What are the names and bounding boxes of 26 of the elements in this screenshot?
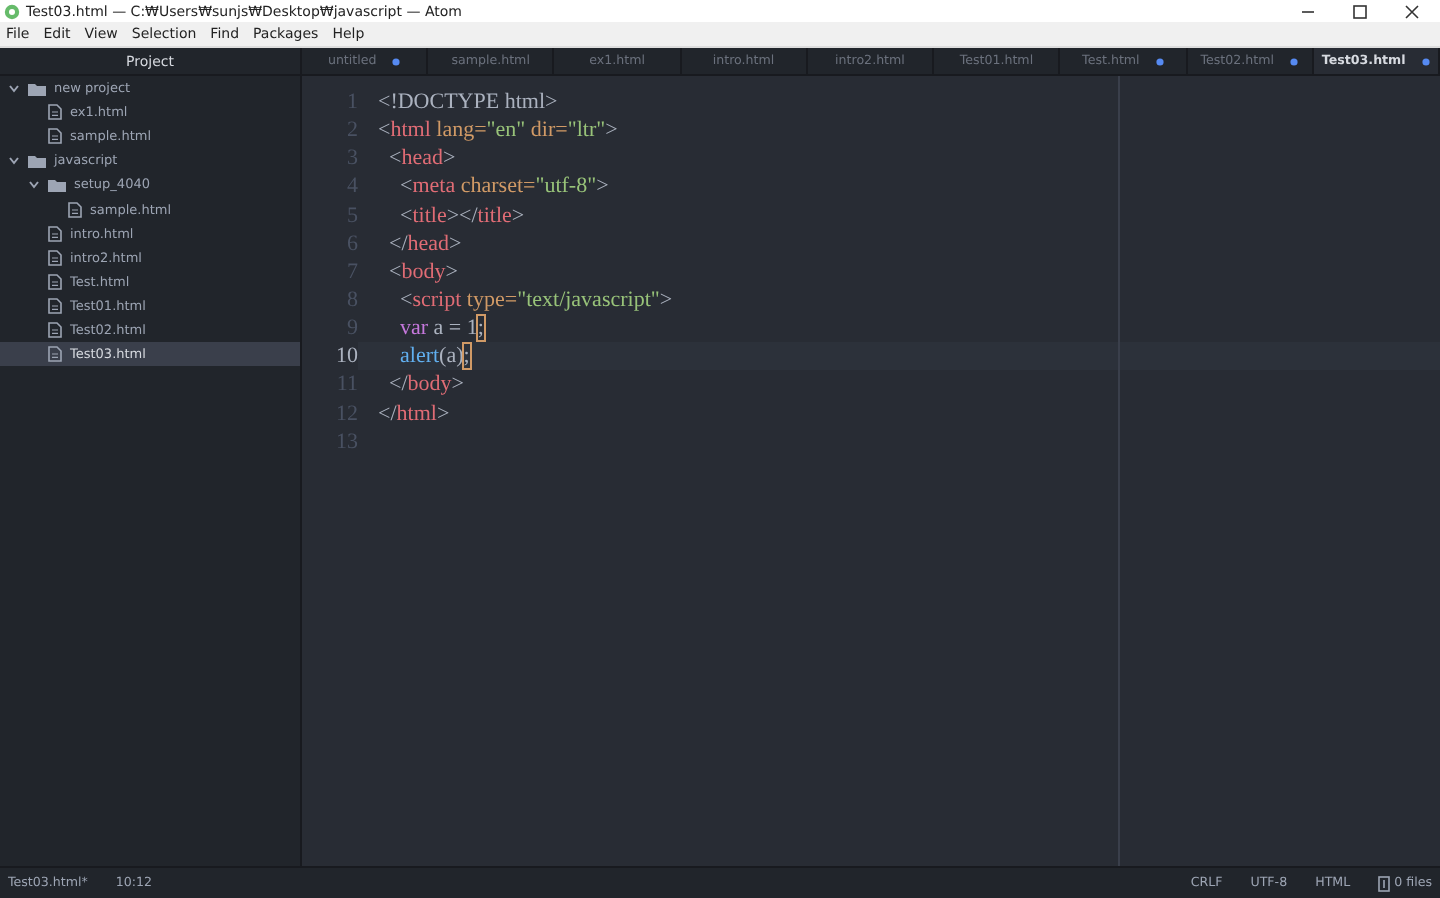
file-icon <box>48 225 62 242</box>
chevron-down-icon[interactable] <box>8 82 20 95</box>
code-line: <title></title> <box>398 201 527 230</box>
code-line: </head> <box>387 229 464 258</box>
code-line: <!DOCTYPE html> <box>376 88 560 117</box>
file-icon <box>48 128 62 145</box>
file-icon <box>48 104 62 121</box>
file-icon <box>48 249 62 266</box>
code-line: <body> <box>387 257 460 286</box>
folder-icon <box>28 81 46 96</box>
file-icon <box>48 273 62 290</box>
code-line: <html lang="en" dir="ltr"> <box>376 116 620 145</box>
line-number: 10 <box>336 342 358 371</box>
file-icon <box>48 346 62 363</box>
git-file-icon <box>1378 875 1391 891</box>
file-icon <box>68 201 82 218</box>
close-icon[interactable] <box>1404 3 1420 19</box>
code-line: </body> <box>387 370 466 400</box>
file-icon <box>48 297 62 314</box>
code-line: <head> <box>387 144 458 173</box>
code-line: var a = 1; <box>398 314 486 343</box>
code-line: <script type="text/javascript"> <box>398 285 675 315</box>
file-icon <box>48 321 62 338</box>
maximize-icon[interactable] <box>1352 3 1368 19</box>
code-line: </html> <box>376 399 452 428</box>
code-line: <meta charset="utf-8"> <box>398 172 611 202</box>
